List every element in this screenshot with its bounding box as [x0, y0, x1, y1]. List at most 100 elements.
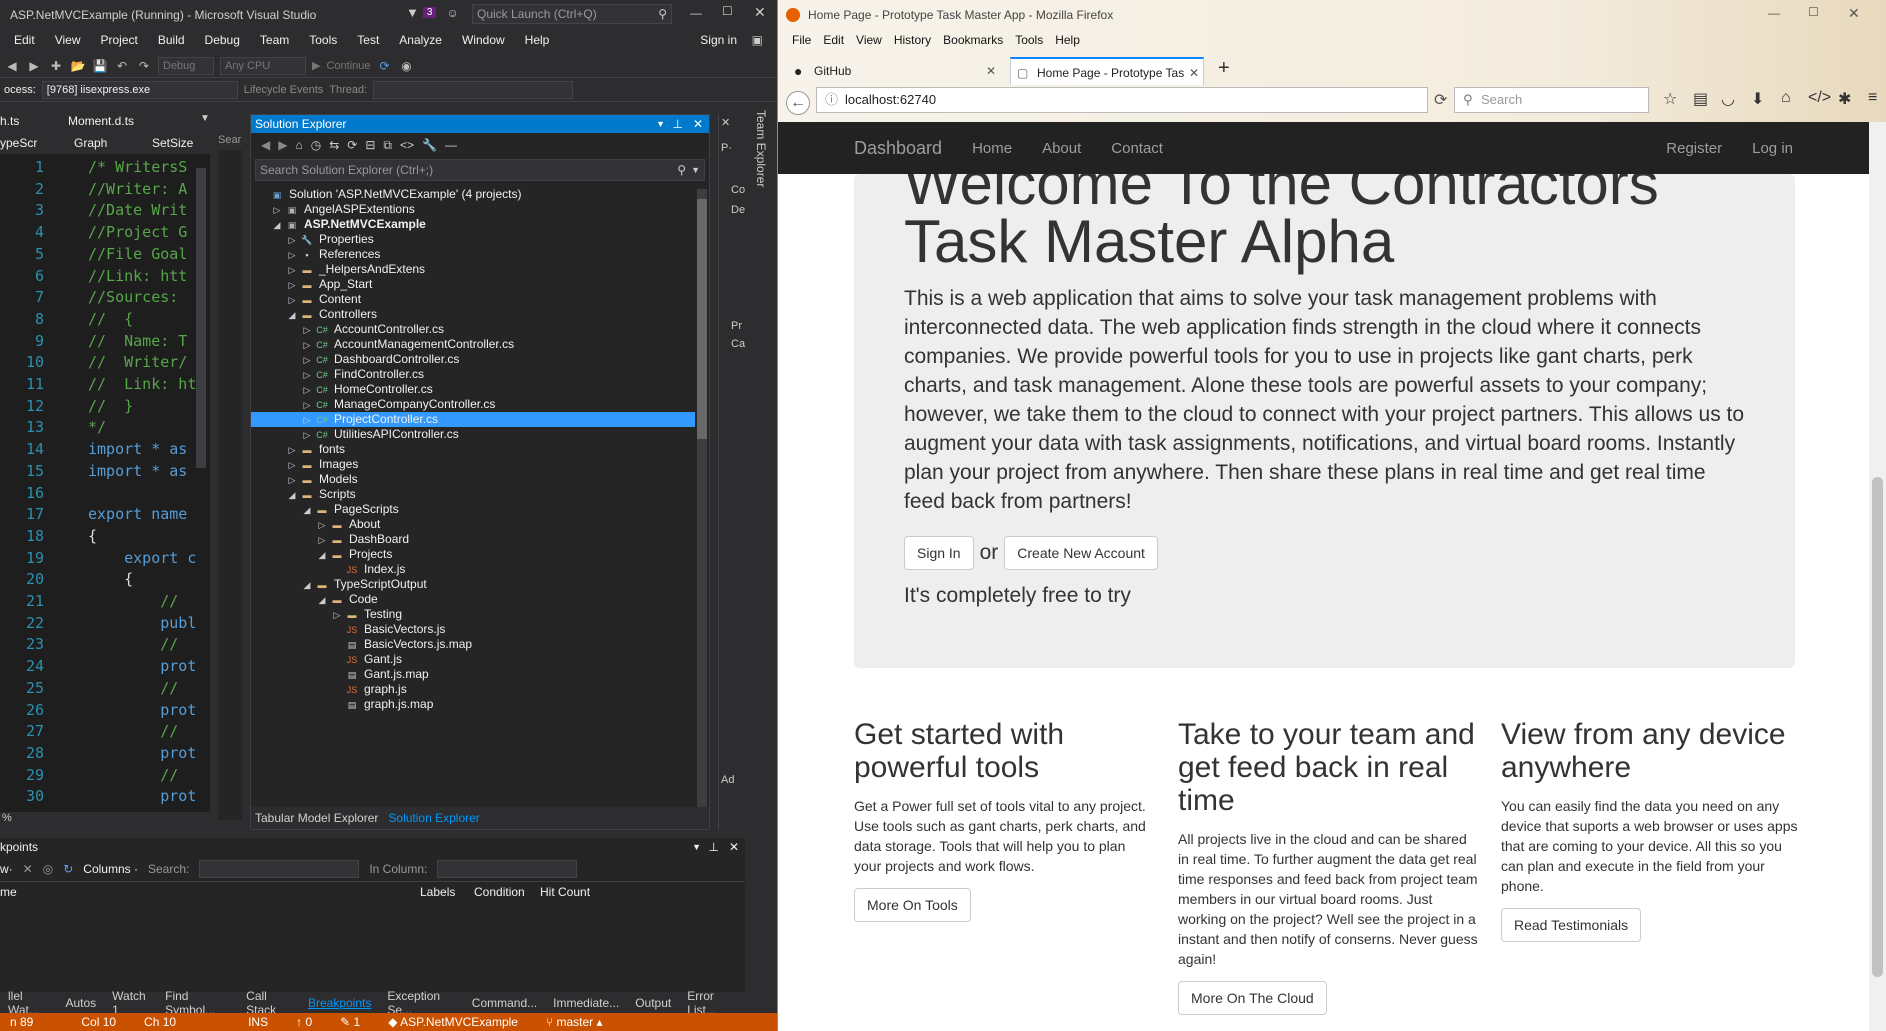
collapsed-arrow-icon[interactable]: ▷ [300, 323, 314, 338]
columns-button[interactable]: Columns · [83, 862, 138, 876]
more-on-tools-button[interactable]: More On Tools [854, 888, 971, 922]
tree-item[interactable]: JS BasicVectors.js [251, 622, 695, 637]
tree-item[interactable]: ▷ ▬ Images [251, 457, 695, 472]
collapsed-arrow-icon[interactable]: ▷ [285, 248, 299, 263]
collapsed-arrow-icon[interactable]: ▷ [300, 353, 314, 368]
nav-register[interactable]: Register [1666, 140, 1722, 157]
editor-scrollbar[interactable] [196, 168, 206, 468]
tree-item[interactable]: ▣ Solution 'ASP.NetMVCExample' (4 project… [251, 187, 695, 202]
member-combo[interactable]: SetSize [152, 136, 193, 150]
collapsed-arrow-icon[interactable]: ▷ [285, 278, 299, 293]
url-bar[interactable]: ⓘ localhost:62740 [816, 87, 1428, 113]
delete-icon[interactable]: ✕ [23, 862, 33, 876]
code-line[interactable]: // { [88, 310, 133, 328]
code-line[interactable]: { [88, 570, 133, 588]
ff-menu-edit[interactable]: Edit [817, 33, 850, 47]
ff-menu-file[interactable]: File [786, 33, 817, 47]
menu-view[interactable]: View [45, 33, 91, 47]
forward-icon[interactable]: ▶ [278, 138, 287, 152]
tree-item[interactable]: ▷ ▬ App_Start [251, 277, 695, 292]
column-header-hit-count[interactable]: Hit Count [540, 885, 590, 899]
ff-menu-help[interactable]: Help [1049, 33, 1086, 47]
code-line[interactable]: publ [88, 614, 196, 632]
feedback-icon[interactable]: ☺ [446, 6, 458, 20]
tree-item[interactable]: ▷ C# ProjectController.cs [251, 412, 695, 427]
tab-home-page[interactable]: ▢ Home Page - Prototype Tas ✕ [1010, 57, 1204, 85]
new-tab-icon[interactable]: + [1218, 57, 1230, 80]
tree-item[interactable]: ◢ ▬ Code [251, 592, 695, 607]
tool-tab[interactable]: Immediate... [545, 996, 627, 1010]
breakpoint-search-input[interactable] [199, 859, 360, 878]
close-tab-icon[interactable]: ✕ [1189, 59, 1199, 87]
notification-badge[interactable]: 3 [422, 7, 437, 18]
code-line[interactable]: prot [88, 744, 196, 762]
close-tab-icon[interactable]: ✕ [986, 57, 996, 85]
continue-button[interactable]: Continue [326, 60, 370, 72]
bookmark-star-icon[interactable]: ☆ [1663, 89, 1677, 109]
tree-item[interactable]: ▷ C# ManageCompanyController.cs [251, 397, 695, 412]
tree-item[interactable]: ▷ ▣ AngelASPExtentions [251, 202, 695, 217]
project-combo[interactable]: ypeScr [0, 136, 37, 150]
ff-menu-bookmarks[interactable]: Bookmarks [937, 33, 1009, 47]
menu-window[interactable]: Window [452, 33, 515, 47]
errors-indicator[interactable]: ↑ 0 [296, 1015, 312, 1029]
collapsed-arrow-icon[interactable]: ▷ [285, 473, 299, 488]
nav-about[interactable]: About [1042, 140, 1081, 157]
tool-tab[interactable]: Autos [57, 996, 104, 1010]
tree-item[interactable]: ▷ C# FindController.cs [251, 367, 695, 382]
expanded-arrow-icon[interactable]: ◢ [315, 548, 329, 563]
collapsed-arrow-icon[interactable]: ▷ [300, 398, 314, 413]
new-breakpoint-button[interactable]: w· [0, 862, 13, 876]
browser-link-icon[interactable]: ◉ [399, 58, 415, 74]
code-line[interactable]: prot [88, 657, 196, 675]
read-testimonials-button[interactable]: Read Testimonials [1501, 908, 1642, 942]
reader-icon[interactable]: ▤ [1693, 89, 1708, 109]
filter-icon[interactable]: ▼ [406, 5, 419, 20]
code-line[interactable]: // Writer/ [88, 353, 187, 371]
menu-analyze[interactable]: Analyze [389, 33, 452, 47]
reload-icon[interactable]: ⟳ [1434, 90, 1447, 110]
thread-combo[interactable] [373, 80, 574, 99]
tree-item[interactable]: ▷ C# DashboardController.cs [251, 352, 695, 367]
view-code-icon[interactable]: <> [400, 138, 414, 152]
code-line[interactable]: // [88, 592, 178, 610]
pin-icon[interactable]: ⊥ [709, 838, 719, 856]
collapsed-arrow-icon[interactable]: ▷ [285, 458, 299, 473]
account-icon[interactable]: ▣ [742, 33, 773, 47]
solution-search-input[interactable]: Search Solution Explorer (Ctrl+;) ⚲ ▼ [255, 159, 705, 181]
dev-tools-icon[interactable]: </> [1808, 89, 1831, 107]
doc-tab[interactable]: Moment.d.ts [68, 114, 134, 128]
sign-in-link[interactable]: Sign in [690, 33, 747, 47]
menu-tools[interactable]: Tools [299, 33, 347, 47]
more-on-cloud-button[interactable]: More On The Cloud [1178, 981, 1327, 1015]
tree-item[interactable]: ▷ ▬ Testing [251, 607, 695, 622]
tree-scrollbar[interactable] [697, 189, 707, 809]
menu-icon[interactable]: ≡ [1868, 89, 1877, 107]
pocket-icon[interactable]: ◡ [1721, 89, 1735, 109]
tab-overflow-icon[interactable]: ▼ [200, 113, 210, 124]
back-button[interactable]: ← [786, 91, 810, 115]
in-column-combo[interactable] [437, 859, 578, 878]
home-icon[interactable]: ⌂ [295, 138, 302, 152]
tree-item[interactable]: ▤ Gant.js.map [251, 667, 695, 682]
close-icon[interactable]: ✕ [1848, 5, 1860, 22]
code-line[interactable]: prot [88, 701, 196, 719]
nav-home[interactable]: Home [972, 140, 1012, 157]
properties-tab[interactable]: P· [721, 142, 732, 154]
redo-icon[interactable]: ↷ [136, 58, 152, 74]
code-line[interactable]: */ [88, 418, 106, 436]
dropdown-icon[interactable]: ▼ [691, 160, 700, 180]
menu-build[interactable]: Build [148, 33, 195, 47]
tool-tab[interactable]: Breakpoints [300, 996, 379, 1010]
lifecycle-events-button[interactable]: Lifecycle Events [244, 84, 323, 96]
pin-icon[interactable]: ⊥ [673, 115, 683, 133]
code-line[interactable]: export c [88, 549, 196, 567]
code-line[interactable]: //File Goal [88, 245, 187, 263]
code-line[interactable]: prot [88, 787, 196, 805]
tree-item[interactable]: ▷ ▬ fonts [251, 442, 695, 457]
column-header-name[interactable]: me [0, 885, 17, 899]
tree-item[interactable]: JS Gant.js [251, 652, 695, 667]
process-combo[interactable]: [9768] iisexpress.exe [41, 80, 238, 99]
dropdown-icon[interactable]: ▼ [656, 115, 665, 133]
tree-item[interactable]: ▷ C# AccountController.cs [251, 322, 695, 337]
